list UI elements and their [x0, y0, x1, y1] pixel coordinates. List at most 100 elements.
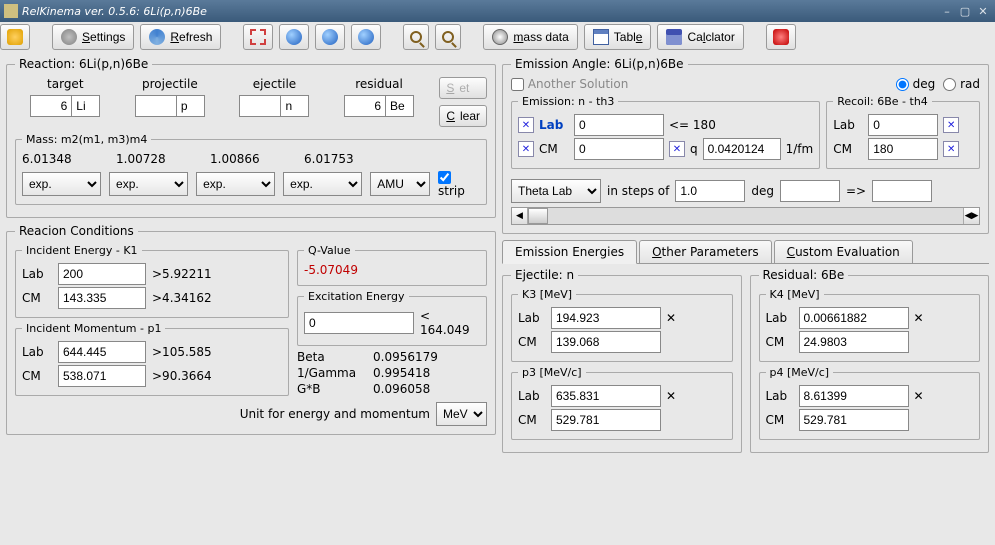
zoom-in-button[interactable]	[403, 24, 429, 50]
set-button[interactable]: Set	[439, 77, 487, 99]
ie-lab-input[interactable]	[58, 263, 146, 285]
close-button[interactable]: ✕	[975, 3, 991, 19]
quit-button[interactable]	[766, 24, 796, 50]
p3-lab-input[interactable]	[551, 385, 661, 407]
magnifier-icon	[410, 31, 422, 43]
k4-lab-input[interactable]	[799, 307, 909, 329]
rc-lab-input[interactable]	[868, 114, 938, 136]
power-icon	[773, 29, 789, 45]
maximize-button[interactable]: ▢	[957, 3, 973, 19]
sphere-icon	[286, 29, 302, 45]
strip-checkbox[interactable]	[438, 171, 451, 184]
mass-src-1[interactable]: exp.	[22, 172, 101, 196]
em-cm-clear2[interactable]: ✕	[669, 141, 685, 157]
p3-group: p3 [MeV/c] Lab✕ CM	[511, 366, 733, 440]
another-solution-checkbox[interactable]: Another Solution	[511, 77, 628, 91]
app-icon	[7, 29, 23, 45]
projectile-header: projectile	[142, 77, 198, 91]
settings-button[interactable]: Settings	[52, 24, 134, 50]
calculator-icon	[666, 29, 682, 45]
calculator-button[interactable]: Calclator	[657, 24, 743, 50]
scroll-thumb[interactable]	[528, 208, 548, 224]
p4-lab-input[interactable]	[799, 385, 909, 407]
ejectile-group: Ejectile: n K3 [MeV] Lab✕ CM p3 [MeV/c] …	[502, 268, 742, 453]
p3-lab-clear[interactable]: ✕	[666, 389, 676, 403]
q-input[interactable]	[703, 138, 781, 160]
theta-select[interactable]: Theta Lab	[511, 179, 601, 203]
k3-lab-input[interactable]	[551, 307, 661, 329]
qvalue-value: -5.07049	[304, 263, 358, 277]
strip-checkbox-label[interactable]: strip	[438, 170, 480, 198]
p4-cm-input[interactable]	[799, 409, 909, 431]
k4-lab-clear[interactable]: ✕	[914, 311, 924, 325]
mass-src-4[interactable]: exp.	[283, 172, 362, 196]
tab-custom-evaluation[interactable]: Custom Evaluation	[774, 240, 913, 263]
nav-next-button[interactable]	[351, 24, 381, 50]
zoom-out-button[interactable]	[435, 24, 461, 50]
clear-button[interactable]: Clear	[439, 105, 487, 127]
conditions-legend: Reacion Conditions	[15, 224, 138, 238]
minimize-button[interactable]: –	[939, 3, 955, 19]
excitation-group: Excitation Energy < 164.049	[297, 290, 487, 346]
projectile-sym-input[interactable]	[177, 95, 205, 117]
unit-select[interactable]: MeV	[436, 402, 487, 426]
refresh-button[interactable]: Refresh	[140, 24, 221, 50]
tab-other-parameters[interactable]: Other Parameters	[639, 240, 772, 263]
k4-cm-input[interactable]	[799, 331, 909, 353]
incident-momentum-legend: Incident Momentum - p1	[22, 322, 165, 335]
rad-radio[interactable]: rad	[943, 77, 980, 91]
step-to-input[interactable]	[872, 180, 932, 202]
p3-cm-input[interactable]	[551, 409, 661, 431]
app-icon	[4, 4, 18, 18]
ip-lab-input[interactable]	[58, 341, 146, 363]
rc-cm-input[interactable]	[868, 138, 938, 160]
residual-sym-input[interactable]	[386, 95, 414, 117]
qvalue-legend: Q-Value	[304, 244, 355, 257]
em-cm-clear[interactable]: ✕	[518, 141, 534, 157]
target-sym-input[interactable]	[72, 95, 100, 117]
scroll-left-icon[interactable]: ◀	[512, 208, 528, 224]
rc-lab-clear[interactable]: ✕	[943, 117, 959, 133]
deg-radio[interactable]: deg	[896, 77, 935, 91]
em-lab-input[interactable]	[574, 114, 664, 136]
mass-unit[interactable]: AMU	[370, 172, 430, 196]
ejectile-a-input[interactable]	[239, 95, 281, 117]
ie-cm-input[interactable]	[58, 287, 146, 309]
window-titlebar: RelKinema ver. 0.5.6: 6Li(p,n)6Be – ▢ ✕	[0, 0, 995, 22]
projectile-a-input[interactable]	[135, 95, 177, 117]
p4-lab-clear[interactable]: ✕	[914, 389, 924, 403]
step-input[interactable]	[675, 180, 745, 202]
table-button[interactable]: Table	[584, 24, 652, 50]
sphere-icon	[322, 29, 338, 45]
tab-emission-energies[interactable]: Emission Energies	[502, 240, 637, 264]
conditions-group: Reacion Conditions Incident Energy - K1 …	[6, 224, 496, 435]
excitation-input[interactable]	[304, 312, 414, 334]
angle-scrollbar[interactable]: ◀ ◀▶	[511, 207, 980, 225]
table-icon	[593, 29, 609, 45]
nav-prev-button[interactable]	[315, 24, 345, 50]
app-button[interactable]	[0, 24, 30, 50]
residual-a-input[interactable]	[344, 95, 386, 117]
expand-button[interactable]	[243, 24, 273, 50]
k3-lab-clear[interactable]: ✕	[666, 311, 676, 325]
scroll-right-icon[interactable]: ◀▶	[963, 208, 979, 224]
k3-cm-input[interactable]	[551, 331, 661, 353]
excitation-legend: Excitation Energy	[304, 290, 409, 303]
mass-m3: 1.00866	[210, 152, 292, 166]
ejectile-sym-input[interactable]	[281, 95, 309, 117]
nav-first-button[interactable]	[279, 24, 309, 50]
emission-angle-legend: Emission Angle: 6Li(p,n)6Be	[511, 57, 688, 71]
window-title: RelKinema ver. 0.5.6: 6Li(p,n)6Be	[22, 5, 937, 18]
unit-label: Unit for energy and momentum	[240, 407, 430, 421]
mass-src-2[interactable]: exp.	[109, 172, 188, 196]
target-a-input[interactable]	[30, 95, 72, 117]
k4-group: K4 [MeV] Lab✕ CM	[759, 288, 981, 362]
ip-cm-input[interactable]	[58, 365, 146, 387]
em-cm-input[interactable]	[574, 138, 664, 160]
rc-cm-clear[interactable]: ✕	[943, 141, 959, 157]
mass-data-button[interactable]: mass data	[483, 24, 577, 50]
em-lab-clear[interactable]: ✕	[518, 117, 534, 133]
step-from-input[interactable]	[780, 180, 840, 202]
incident-momentum-group: Incident Momentum - p1 Lab>105.585 CM>90…	[15, 322, 289, 396]
mass-src-3[interactable]: exp.	[196, 172, 275, 196]
